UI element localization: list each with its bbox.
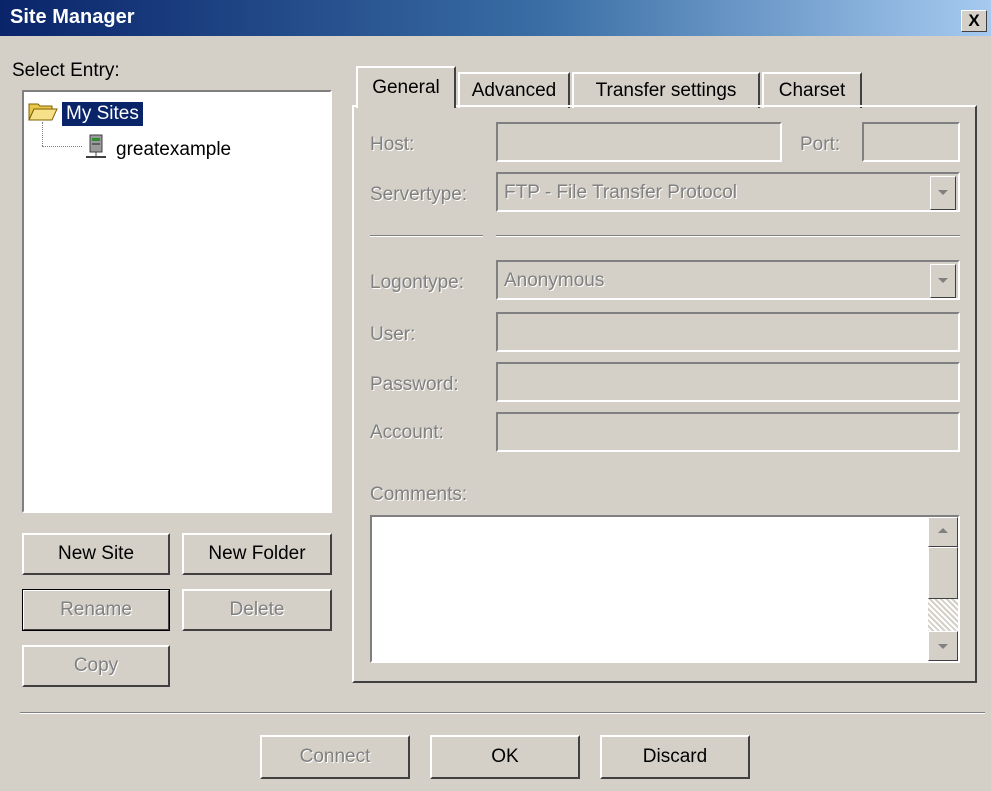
window-title: Site Manager <box>10 6 135 28</box>
site-tree[interactable]: My Sites greatexample <box>22 90 332 513</box>
server-icon <box>84 134 108 166</box>
logontype-label: Logontype: <box>370 272 465 293</box>
tree-item-greatexample[interactable]: greatexample <box>84 134 231 166</box>
connect-label: Connect <box>299 746 371 767</box>
new-site-label: New Site <box>57 543 135 564</box>
password-label: Password: <box>370 374 459 395</box>
port-input[interactable] <box>862 122 960 162</box>
tree-connector <box>42 122 43 146</box>
connect-button[interactable]: Connect <box>260 735 410 779</box>
new-folder-button[interactable]: New Folder <box>182 533 332 575</box>
tab-charset[interactable]: Charset <box>762 72 862 108</box>
rename-label: Rename <box>60 599 132 620</box>
title-bar: Site Manager X <box>0 0 991 36</box>
logontype-value: Anonymous <box>504 270 605 291</box>
tab-label: Charset <box>778 80 846 101</box>
select-entry-label: Select Entry: <box>12 60 120 81</box>
host-label: Host: <box>370 134 415 155</box>
delete-button[interactable]: Delete <box>182 589 332 631</box>
folder-open-icon <box>28 100 58 128</box>
host-input[interactable] <box>496 122 782 162</box>
divider <box>496 235 960 237</box>
servertype-select[interactable]: FTP - File Transfer Protocol <box>496 172 960 212</box>
chevron-down-icon[interactable] <box>930 264 956 298</box>
copy-button[interactable]: Copy <box>22 645 170 687</box>
divider <box>370 235 483 237</box>
close-button[interactable]: X <box>961 10 987 32</box>
tab-transfer-settings[interactable]: Transfer settings <box>572 72 760 108</box>
scroll-thumb[interactable] <box>928 547 958 599</box>
tab-label: General <box>372 77 440 98</box>
new-folder-label: New Folder <box>208 543 306 564</box>
comments-textarea[interactable] <box>370 515 960 663</box>
account-input[interactable] <box>496 412 960 452</box>
ok-button[interactable]: OK <box>430 735 580 779</box>
servertype-label: Servertype: <box>370 184 468 205</box>
tab-advanced[interactable]: Advanced <box>458 72 570 108</box>
tab-label: Advanced <box>471 80 557 101</box>
delete-label: Delete <box>229 599 285 620</box>
servertype-value: FTP - File Transfer Protocol <box>504 182 737 203</box>
discard-button[interactable]: Discard <box>600 735 750 779</box>
ok-label: OK <box>491 746 519 767</box>
tab-general[interactable]: General <box>356 66 456 108</box>
footer-divider <box>20 712 985 714</box>
tree-item-my-sites[interactable]: My Sites <box>28 100 143 128</box>
user-input[interactable] <box>496 312 960 352</box>
tree-folder-label: My Sites <box>62 102 143 126</box>
close-icon: X <box>968 11 980 30</box>
rename-button[interactable]: Rename <box>22 589 170 631</box>
scroll-up-icon[interactable] <box>928 517 958 547</box>
comments-label: Comments: <box>370 484 468 505</box>
copy-label: Copy <box>73 655 119 676</box>
tab-label: Transfer settings <box>595 80 737 101</box>
new-site-button[interactable]: New Site <box>22 533 170 575</box>
scroll-down-icon[interactable] <box>928 631 958 661</box>
discard-label: Discard <box>642 746 708 767</box>
chevron-down-icon[interactable] <box>930 176 956 210</box>
logontype-select[interactable]: Anonymous <box>496 260 960 300</box>
port-label: Port: <box>800 134 841 155</box>
password-input[interactable] <box>496 362 960 402</box>
account-label: Account: <box>370 422 444 443</box>
tree-item-label: greatexample <box>116 139 232 160</box>
comments-scrollbar[interactable] <box>928 517 958 661</box>
user-label: User: <box>370 324 416 345</box>
tree-connector <box>42 146 82 147</box>
